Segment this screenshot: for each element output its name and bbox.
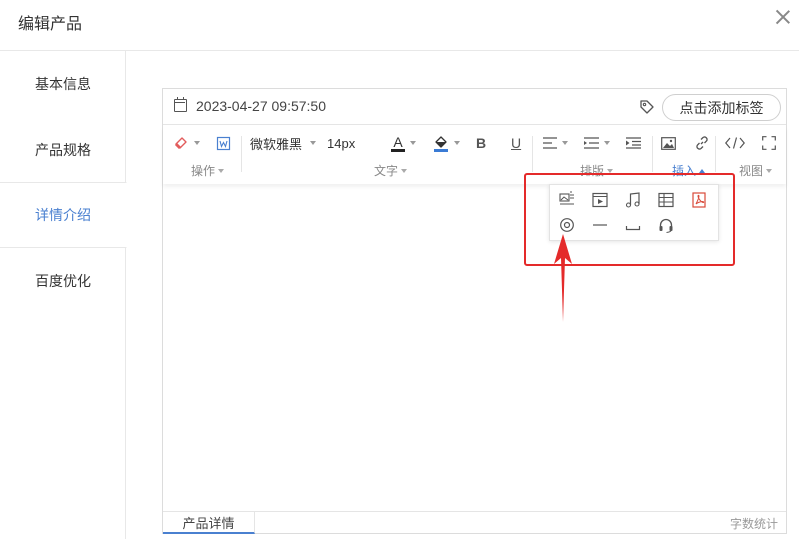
font-family-value: 微软雅黑 xyxy=(250,136,303,152)
calendar-icon xyxy=(174,97,187,112)
underline-icon: U xyxy=(511,135,522,151)
insert-menu-popup xyxy=(549,184,719,241)
background-color-button[interactable] xyxy=(433,134,460,152)
editor-toolbar: 操作 微软雅黑 14px A B U 文字 排版 插入 视图 xyxy=(163,126,786,184)
dialog-title: 编辑产品 xyxy=(18,16,83,33)
editor-meta-bar: 2023-04-27 09:57:50 点击添加标签 xyxy=(163,89,786,125)
paste-word-button[interactable] xyxy=(216,134,231,152)
toolbar-group-operate[interactable]: 操作 xyxy=(191,162,225,179)
toolbar-divider xyxy=(241,136,242,172)
toolbar-divider xyxy=(715,136,716,172)
source-code-button[interactable] xyxy=(725,134,745,152)
sidebar-item-label: 百度优化 xyxy=(35,273,91,289)
dialog-header: 编辑产品 xyxy=(0,0,799,51)
toolbar-divider xyxy=(532,136,533,172)
insert-image-button[interactable] xyxy=(661,134,676,152)
toolbar-group-layout[interactable]: 排版 xyxy=(580,162,614,179)
sidebar-item-label: 基本信息 xyxy=(35,76,91,92)
line-height-icon xyxy=(584,137,599,149)
toolbar-group-label: 排版 xyxy=(580,164,605,178)
toolbar-group-label: 操作 xyxy=(191,164,216,178)
space-icon[interactable] xyxy=(625,217,641,233)
image-text-icon[interactable] xyxy=(559,191,575,207)
rich-text-editor: 2023-04-27 09:57:50 点击添加标签 操作 微软雅黑 14px … xyxy=(162,88,787,534)
toolbar-group-insert[interactable]: 插入 xyxy=(672,162,706,179)
image-icon xyxy=(661,136,676,150)
font-color-icon: A xyxy=(391,134,405,152)
eraser-icon xyxy=(174,137,187,150)
indent-icon xyxy=(626,137,641,149)
toolbar-group-view[interactable]: 视图 xyxy=(739,162,773,179)
toolbar-divider xyxy=(652,136,653,172)
sidebar-item-seo[interactable]: 百度优化 xyxy=(0,248,126,314)
sidebar-item-spec[interactable]: 产品规格 xyxy=(0,117,126,183)
horizontal-line-icon[interactable] xyxy=(592,217,608,233)
indent-button[interactable] xyxy=(626,134,641,152)
video-icon[interactable] xyxy=(592,192,608,208)
line-height-button[interactable] xyxy=(584,134,610,152)
edit-product-dialog: 编辑产品 基本信息 产品规格 详情介绍 百度优化 2023-04-27 09:5… xyxy=(0,0,799,539)
word-count-button[interactable]: 字数统计 xyxy=(730,515,778,532)
tab-product-detail[interactable]: 产品详情 xyxy=(163,512,255,534)
bold-button[interactable]: B xyxy=(476,134,486,152)
link-icon xyxy=(696,136,708,150)
toolbar-group-label: 视图 xyxy=(739,164,764,178)
sidebar-item-basic-info[interactable]: 基本信息 xyxy=(0,51,126,117)
add-tag-button[interactable]: 点击添加标签 xyxy=(662,94,781,121)
toolbar-group-label: 插入 xyxy=(672,164,697,178)
location-icon[interactable] xyxy=(559,217,575,233)
font-size-value: 14px xyxy=(327,135,356,151)
paint-bucket-icon xyxy=(434,136,448,152)
tag-icon xyxy=(640,100,654,114)
insert-link-button[interactable] xyxy=(694,134,710,152)
align-left-icon xyxy=(543,137,557,149)
toolbar-group-label: 文字 xyxy=(374,164,399,178)
code-icon xyxy=(725,137,745,149)
clear-format-button[interactable] xyxy=(173,134,200,152)
font-family-select[interactable]: 微软雅黑 xyxy=(250,134,317,152)
editor-status-bar: 产品详情 字数统计 xyxy=(163,511,786,534)
fullscreen-button[interactable] xyxy=(762,134,776,152)
music-icon[interactable] xyxy=(625,192,641,208)
pdf-icon[interactable] xyxy=(691,192,707,208)
align-button[interactable] xyxy=(543,134,568,152)
red-arrow-annotation xyxy=(554,234,572,322)
sidebar-item-detail[interactable]: 详情介绍 xyxy=(0,182,127,248)
sidebar-item-label: 详情介绍 xyxy=(35,207,91,223)
bold-icon: B xyxy=(476,135,487,151)
sidebar: 基本信息 产品规格 详情介绍 百度优化 xyxy=(0,51,127,539)
toolbar-group-text[interactable]: 文字 xyxy=(374,162,408,179)
fullscreen-icon xyxy=(762,136,776,150)
font-color-button[interactable]: A xyxy=(391,134,416,152)
close-icon[interactable] xyxy=(773,7,793,27)
editor-datetime: 2023-04-27 09:57:50 xyxy=(196,98,326,114)
table-icon[interactable] xyxy=(658,192,674,208)
headset-icon[interactable] xyxy=(658,217,674,233)
word-doc-icon xyxy=(216,136,231,150)
underline-button[interactable]: U xyxy=(511,134,521,152)
font-color-letter: A xyxy=(393,134,403,150)
sidebar-item-label: 产品规格 xyxy=(35,142,91,158)
font-size-select[interactable]: 14px xyxy=(327,134,355,152)
